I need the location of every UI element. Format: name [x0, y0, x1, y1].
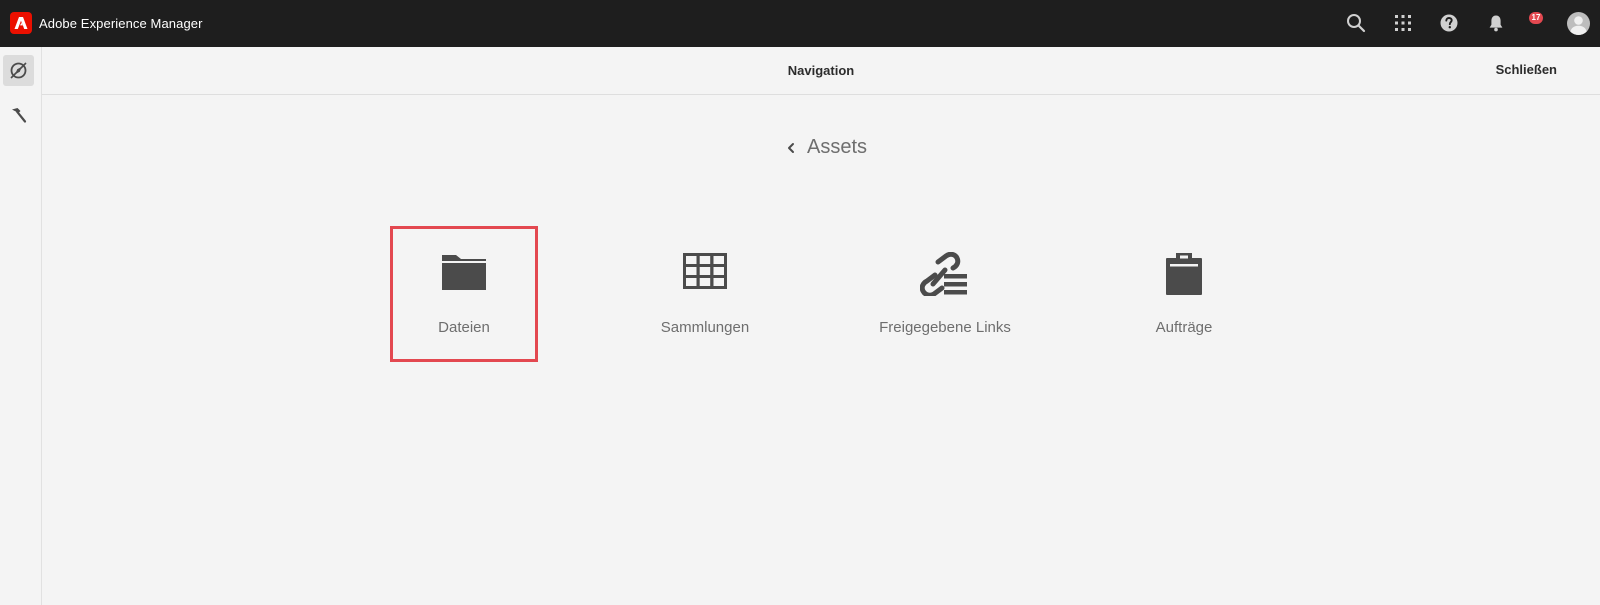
- tile-label: Aufträge: [1155, 319, 1213, 336]
- breadcrumb-label: Assets: [807, 136, 868, 158]
- adobe-logo-icon: [10, 12, 32, 34]
- shell-bar: Adobe Experience Manager 17: [0, 0, 1600, 47]
- tile-dateien[interactable]: Dateien: [390, 226, 538, 362]
- tile-label: Freigegebene Links: [879, 319, 1011, 336]
- folder-icon: [442, 255, 486, 290]
- brand-name: Adobe Experience Manager: [39, 15, 203, 31]
- navigation-header: Navigation Schließen: [42, 47, 1600, 95]
- chevron-left-icon: [787, 142, 795, 154]
- left-rail: [0, 47, 42, 605]
- help-icon[interactable]: [1438, 12, 1460, 34]
- close-button[interactable]: Schließen: [1496, 62, 1557, 77]
- tile-label: Sammlungen: [660, 319, 750, 336]
- notification-badge: 17: [1529, 12, 1543, 24]
- navigation-compass-icon: [10, 62, 27, 79]
- tools-rail-button[interactable]: [3, 100, 34, 131]
- tile-label: Dateien: [438, 319, 490, 336]
- tile-sammlungen[interactable]: Sammlungen: [631, 226, 779, 362]
- breadcrumb-back[interactable]: Assets: [787, 136, 867, 159]
- apps-grid-icon[interactable]: [1392, 12, 1414, 34]
- search-icon[interactable]: [1345, 12, 1367, 34]
- tile-auftraege[interactable]: Aufträge: [1110, 226, 1258, 362]
- clipboard-icon: [1166, 253, 1202, 295]
- hammer-icon: [12, 108, 27, 123]
- collection-grid-icon: [683, 253, 727, 289]
- tile-freigegebene-links[interactable]: Freigegebene Links: [871, 226, 1019, 362]
- page-title: Navigation: [787, 63, 855, 78]
- navigation-rail-button[interactable]: [3, 55, 34, 86]
- user-avatar[interactable]: [1567, 12, 1590, 35]
- shared-links-icon: [920, 252, 967, 296]
- brand[interactable]: Adobe Experience Manager: [10, 12, 203, 34]
- bell-icon[interactable]: [1485, 12, 1507, 34]
